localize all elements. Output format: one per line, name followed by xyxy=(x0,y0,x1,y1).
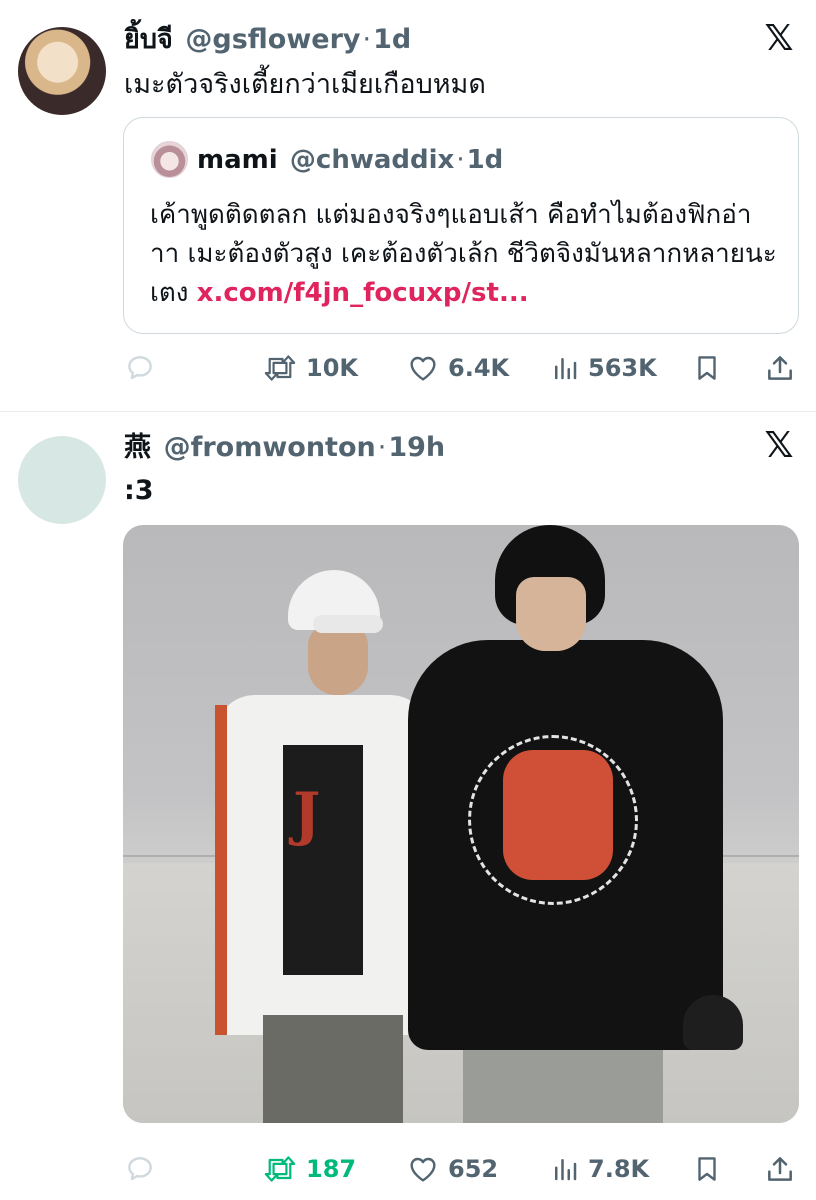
bookmark-button[interactable] xyxy=(692,348,722,388)
share-upload-icon xyxy=(768,356,792,380)
person-right-face-front xyxy=(516,577,586,651)
views-button[interactable]: 563K xyxy=(550,348,657,388)
jersey-letter: J xyxy=(293,780,321,848)
tweet-text: เมะตัวจริงเตี้ยกว่าเมียเกือบหมด xyxy=(124,69,486,100)
views-count: 7.8K xyxy=(588,1155,650,1183)
views-count: 563K xyxy=(588,354,657,382)
reply-bubble-icon xyxy=(128,356,152,380)
heart-icon xyxy=(410,356,436,381)
views-button[interactable]: 7.8K xyxy=(550,1149,649,1189)
retweet-count: 10K xyxy=(306,354,358,382)
timestamp[interactable]: 19h xyxy=(388,432,445,463)
heart-icon xyxy=(410,1157,436,1182)
person-right-arm xyxy=(408,725,458,1025)
retweet-icon xyxy=(264,1156,296,1182)
avatar[interactable] xyxy=(18,27,106,115)
tweet-header: ยิ้บจี @gsflowery·1d xyxy=(124,24,411,56)
author-handle[interactable]: @gsflowery xyxy=(185,24,360,55)
held-cap xyxy=(683,995,743,1050)
reply-bubble-icon xyxy=(128,1157,152,1181)
x-logo-icon[interactable]: 𝕏 xyxy=(762,21,796,57)
author-name[interactable]: ยิ้บจี xyxy=(124,24,173,55)
tweet-1[interactable]: ยิ้บจี @gsflowery·1d 𝕏 เมะตัวจริงเตี้ยกว… xyxy=(0,0,816,412)
retweet-button[interactable]: 187 xyxy=(262,1149,356,1189)
retweet-count: 187 xyxy=(306,1155,357,1183)
person-left-face xyxy=(308,625,368,695)
avatar[interactable] xyxy=(18,436,106,524)
x-logo-icon[interactable]: 𝕏 xyxy=(762,428,796,464)
views-bar-chart-icon xyxy=(555,358,577,380)
quote-text: เค้าพูดติดตลก แต่มองจริงๆแอบเส้า คือทำไม… xyxy=(150,196,780,313)
tweet-text: :3 xyxy=(124,475,154,506)
like-count: 652 xyxy=(448,1155,499,1183)
separator-dot: · xyxy=(377,432,387,463)
share-button[interactable] xyxy=(764,348,796,388)
retweet-button[interactable]: 10K xyxy=(262,348,358,388)
reply-button[interactable] xyxy=(124,348,156,388)
separator-dot: · xyxy=(456,145,465,175)
quote-author-name: mami xyxy=(197,145,278,175)
separator-dot: · xyxy=(362,24,372,55)
timestamp[interactable]: 1d xyxy=(373,24,411,55)
quote-link[interactable]: x.com/f4jn_focuxp/st... xyxy=(197,278,529,308)
quote-header: mami @chwaddix·1d xyxy=(197,144,503,176)
action-bar: 10K 6.4K 563K xyxy=(0,348,816,388)
action-bar: 187 652 7.8K xyxy=(0,1149,816,1189)
retweet-icon xyxy=(264,355,296,381)
reply-button[interactable] xyxy=(124,1149,156,1189)
hoodie-print-graphic xyxy=(503,750,613,880)
share-button[interactable] xyxy=(764,1149,796,1189)
share-upload-icon xyxy=(768,1157,792,1181)
person-left-pants xyxy=(263,1015,403,1123)
quote-avatar xyxy=(151,141,188,178)
like-button[interactable]: 6.4K xyxy=(406,348,509,388)
person-left-cap-brim xyxy=(313,615,383,633)
author-name[interactable]: 燕 xyxy=(124,432,151,463)
tweet-2[interactable]: 燕 @fromwonton·19h 𝕏 :3 J 187 652 7.8K xyxy=(0,412,816,1200)
person-left-sleeve-stripe xyxy=(215,705,227,1035)
like-button[interactable]: 652 xyxy=(406,1149,498,1189)
views-bar-chart-icon xyxy=(555,1159,577,1181)
bookmark-icon xyxy=(698,1157,716,1181)
author-handle[interactable]: @fromwonton xyxy=(164,432,376,463)
quote-author-handle: @chwaddix xyxy=(289,145,455,175)
bookmark-icon xyxy=(698,356,716,380)
tweet-header: 燕 @fromwonton·19h xyxy=(124,432,445,464)
tweet-photo[interactable]: J xyxy=(123,525,799,1123)
like-count: 6.4K xyxy=(448,354,510,382)
quoted-tweet[interactable]: mami @chwaddix·1d เค้าพูดติดตลก แต่มองจร… xyxy=(123,117,799,334)
bookmark-button[interactable] xyxy=(692,1149,722,1189)
quote-timestamp: 1d xyxy=(466,145,504,175)
